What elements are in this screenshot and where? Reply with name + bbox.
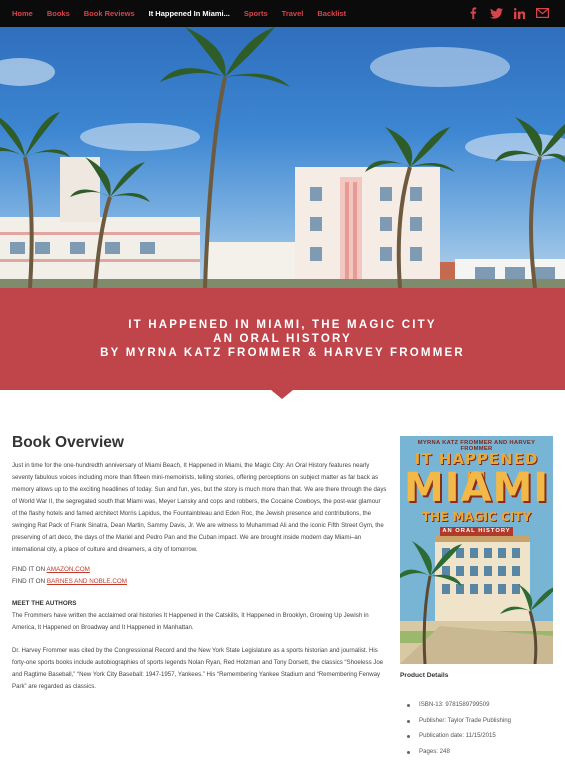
find-it-links: FIND IT ON AMAZON.COM FIND IT ON BARNES … — [12, 564, 387, 588]
facebook-icon[interactable] — [466, 6, 480, 20]
product-detail-pages: Pages: 248 — [400, 744, 553, 760]
email-icon[interactable] — [535, 6, 549, 20]
banner-title-line: IT HAPPENED IN MIAMI, THE MAGIC CITY — [128, 319, 437, 331]
nav-menu: Home Books Book Reviews It Happened In M… — [0, 9, 360, 18]
social-icons — [466, 6, 549, 20]
cover-subtitle-text: THE MAGIC CITY — [421, 510, 532, 524]
overview-paragraph: Just in time for the one-hundredth anniv… — [12, 462, 387, 553]
product-detail-isbn: ISBN-13: 9781589799509 — [400, 697, 553, 713]
cover-oral-history-tag: AN ORAL HISTORY — [440, 527, 513, 536]
product-detail-publication-date: Publication date: 11/15/2015 — [400, 728, 553, 744]
hero-image — [0, 27, 565, 288]
hero-miami-scene — [0, 27, 565, 288]
authors-paragraph-2: Dr. Harvey Frommer was cited by the Cong… — [12, 647, 384, 690]
barnes-and-noble-link[interactable]: BARNES AND NOBLE.COM — [47, 578, 127, 585]
linkedin-icon[interactable] — [512, 6, 526, 20]
find-bn-row: FIND IT ON BARNES AND NOBLE.COM — [12, 576, 387, 588]
product-detail-publisher: Publisher: Taylor Trade Publishing — [400, 713, 553, 729]
authors-paragraph-1: The Frommers have written the acclaimed … — [12, 612, 369, 631]
top-navigation-bar: Home Books Book Reviews It Happened In M… — [0, 0, 565, 27]
nav-item-backlist[interactable]: Backlist — [317, 9, 346, 18]
amazon-link[interactable]: AMAZON.COM — [47, 566, 90, 573]
book-cover-image[interactable]: MYRNA KATZ FROMMER AND HARVEY FROMMER IT… — [400, 436, 553, 664]
nav-item-it-happened-in-miami[interactable]: It Happened In Miami... — [149, 9, 230, 18]
banner-authors-line: BY MYRNA KATZ FROMMER & HARVEY FROMMER — [100, 347, 465, 359]
nav-item-travel[interactable]: Travel — [282, 9, 304, 18]
cover-miami-text: MIAMI — [403, 465, 550, 511]
find-prefix: FIND IT ON — [12, 566, 47, 573]
product-details-list: ISBN-13: 9781589799509 Publisher: Taylor… — [400, 697, 553, 759]
find-prefix: FIND IT ON — [12, 578, 47, 585]
banner-pointer — [271, 390, 293, 399]
nav-item-sports[interactable]: Sports — [244, 9, 268, 18]
book-overview-section: Book Overview Just in time for the one-h… — [12, 434, 387, 693]
nav-item-home[interactable]: Home — [12, 9, 33, 18]
meet-the-authors-heading: MEET THE AUTHORS — [12, 600, 77, 607]
title-banner: IT HAPPENED IN MIAMI, THE MAGIC CITY AN … — [0, 288, 565, 390]
product-details-heading: Product Details — [400, 672, 449, 679]
product-sidebar: MYRNA KATZ FROMMER AND HARVEY FROMMER IT… — [400, 436, 553, 759]
twitter-icon[interactable] — [489, 6, 503, 20]
banner-subtitle-line: AN ORAL HISTORY — [213, 333, 352, 345]
find-amazon-row: FIND IT ON AMAZON.COM — [12, 564, 387, 576]
overview-heading: Book Overview — [12, 434, 124, 451]
nav-item-book-reviews[interactable]: Book Reviews — [84, 9, 135, 18]
nav-item-books[interactable]: Books — [47, 9, 70, 18]
